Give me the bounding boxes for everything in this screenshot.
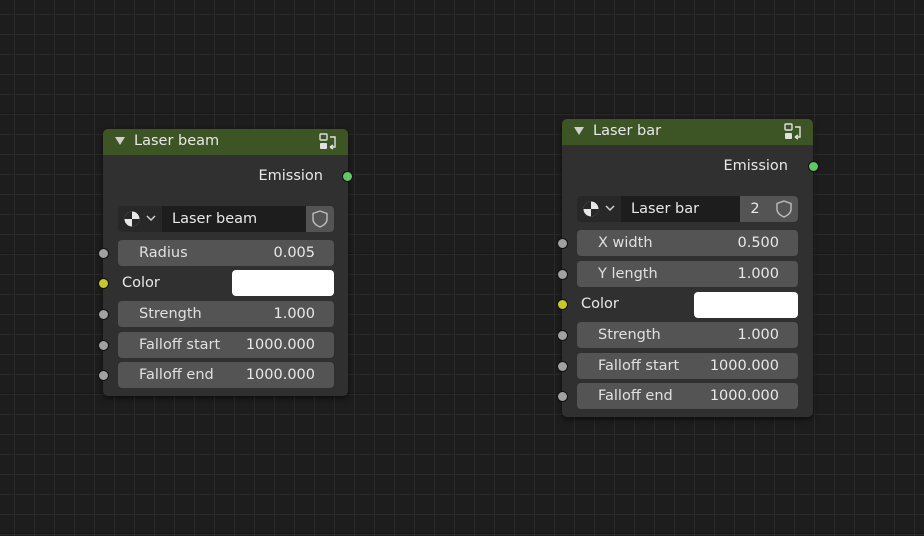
node-laser-beam[interactable]: Laser beam Emission Laser beam Radius 0.…	[98, 129, 353, 396]
collapse-triangle-icon[interactable]	[115, 137, 125, 145]
output-emission-label: Emission	[723, 158, 788, 174]
input-strength-socket[interactable]	[557, 330, 568, 341]
datablock-name-field[interactable]: Laser beam	[162, 206, 306, 232]
chevron-down-icon	[146, 215, 156, 222]
field-value: 1000.000	[245, 367, 315, 383]
material-ball-icon	[124, 211, 140, 227]
output-emission-socket[interactable]	[808, 161, 819, 172]
node-header[interactable]: Laser beam	[103, 129, 348, 156]
strength-field[interactable]: Strength 1.000	[118, 301, 334, 327]
input-falloff-start-socket[interactable]	[98, 340, 109, 351]
chevron-down-icon	[605, 205, 615, 212]
input-color-socket[interactable]	[98, 278, 109, 289]
field-label: X width	[598, 235, 653, 251]
output-emission-label: Emission	[258, 168, 323, 184]
field-value: 0.500	[737, 235, 779, 251]
node-title: Laser beam	[134, 133, 220, 149]
color-label: Color	[581, 296, 619, 312]
field-value: 1.000	[273, 306, 315, 322]
input-y-length-socket[interactable]	[557, 269, 568, 280]
input-x-width-socket[interactable]	[557, 238, 568, 249]
material-ball-icon	[583, 201, 599, 217]
material-type-dropdown[interactable]	[118, 206, 162, 232]
color-label: Color	[122, 275, 160, 291]
collapse-triangle-icon[interactable]	[574, 127, 584, 135]
fake-user-button[interactable]	[306, 206, 334, 232]
field-label: Radius	[139, 245, 188, 261]
node-laser-bar[interactable]: Laser bar Emission Laser bar 2 X width 0…	[557, 119, 819, 417]
color-swatch[interactable]	[694, 292, 798, 318]
fake-user-shield-icon	[312, 210, 328, 228]
radius-field[interactable]: Radius 0.005	[118, 240, 334, 266]
fake-user-shield-icon	[776, 200, 792, 218]
output-emission-socket[interactable]	[342, 171, 353, 182]
field-value: 1000.000	[245, 337, 315, 353]
datablock-selector[interactable]: Laser bar 2	[577, 196, 798, 222]
input-color-socket[interactable]	[557, 299, 568, 310]
fake-user-button[interactable]	[770, 196, 798, 222]
field-label: Falloff start	[139, 337, 221, 353]
material-type-dropdown[interactable]	[577, 196, 621, 222]
datablock-selector[interactable]: Laser beam	[118, 206, 334, 232]
node-header[interactable]: Laser bar	[562, 119, 813, 146]
strength-field[interactable]: Strength 1.000	[577, 322, 798, 348]
field-label: Y length	[598, 266, 658, 282]
node-title: Laser bar	[593, 123, 662, 139]
y-length-field[interactable]: Y length 1.000	[577, 261, 798, 287]
input-strength-socket[interactable]	[98, 309, 109, 320]
user-count-button[interactable]: 2	[740, 196, 770, 222]
field-value: 1.000	[737, 327, 779, 343]
falloff-start-field[interactable]: Falloff start 1000.000	[577, 353, 798, 379]
field-label: Falloff end	[598, 388, 673, 404]
field-value: 1000.000	[709, 358, 779, 374]
falloff-end-field[interactable]: Falloff end 1000.000	[118, 362, 334, 388]
field-label: Strength	[598, 327, 661, 343]
field-value: 0.005	[273, 245, 315, 261]
field-label: Falloff end	[139, 367, 214, 383]
falloff-start-field[interactable]: Falloff start 1000.000	[118, 332, 334, 358]
input-radius-socket[interactable]	[98, 248, 109, 259]
falloff-end-field[interactable]: Falloff end 1000.000	[577, 383, 798, 409]
field-value: 1.000	[737, 266, 779, 282]
input-falloff-start-socket[interactable]	[557, 361, 568, 372]
field-label: Falloff start	[598, 358, 680, 374]
input-falloff-end-socket[interactable]	[557, 391, 568, 402]
datablock-name-field[interactable]: Laser bar	[621, 196, 740, 222]
color-swatch[interactable]	[232, 270, 334, 296]
field-value: 1000.000	[709, 388, 779, 404]
input-falloff-end-socket[interactable]	[98, 370, 109, 381]
x-width-field[interactable]: X width 0.500	[577, 230, 798, 256]
node-group-icon[interactable]	[318, 133, 338, 151]
field-label: Strength	[139, 306, 202, 322]
node-group-icon[interactable]	[783, 123, 803, 141]
